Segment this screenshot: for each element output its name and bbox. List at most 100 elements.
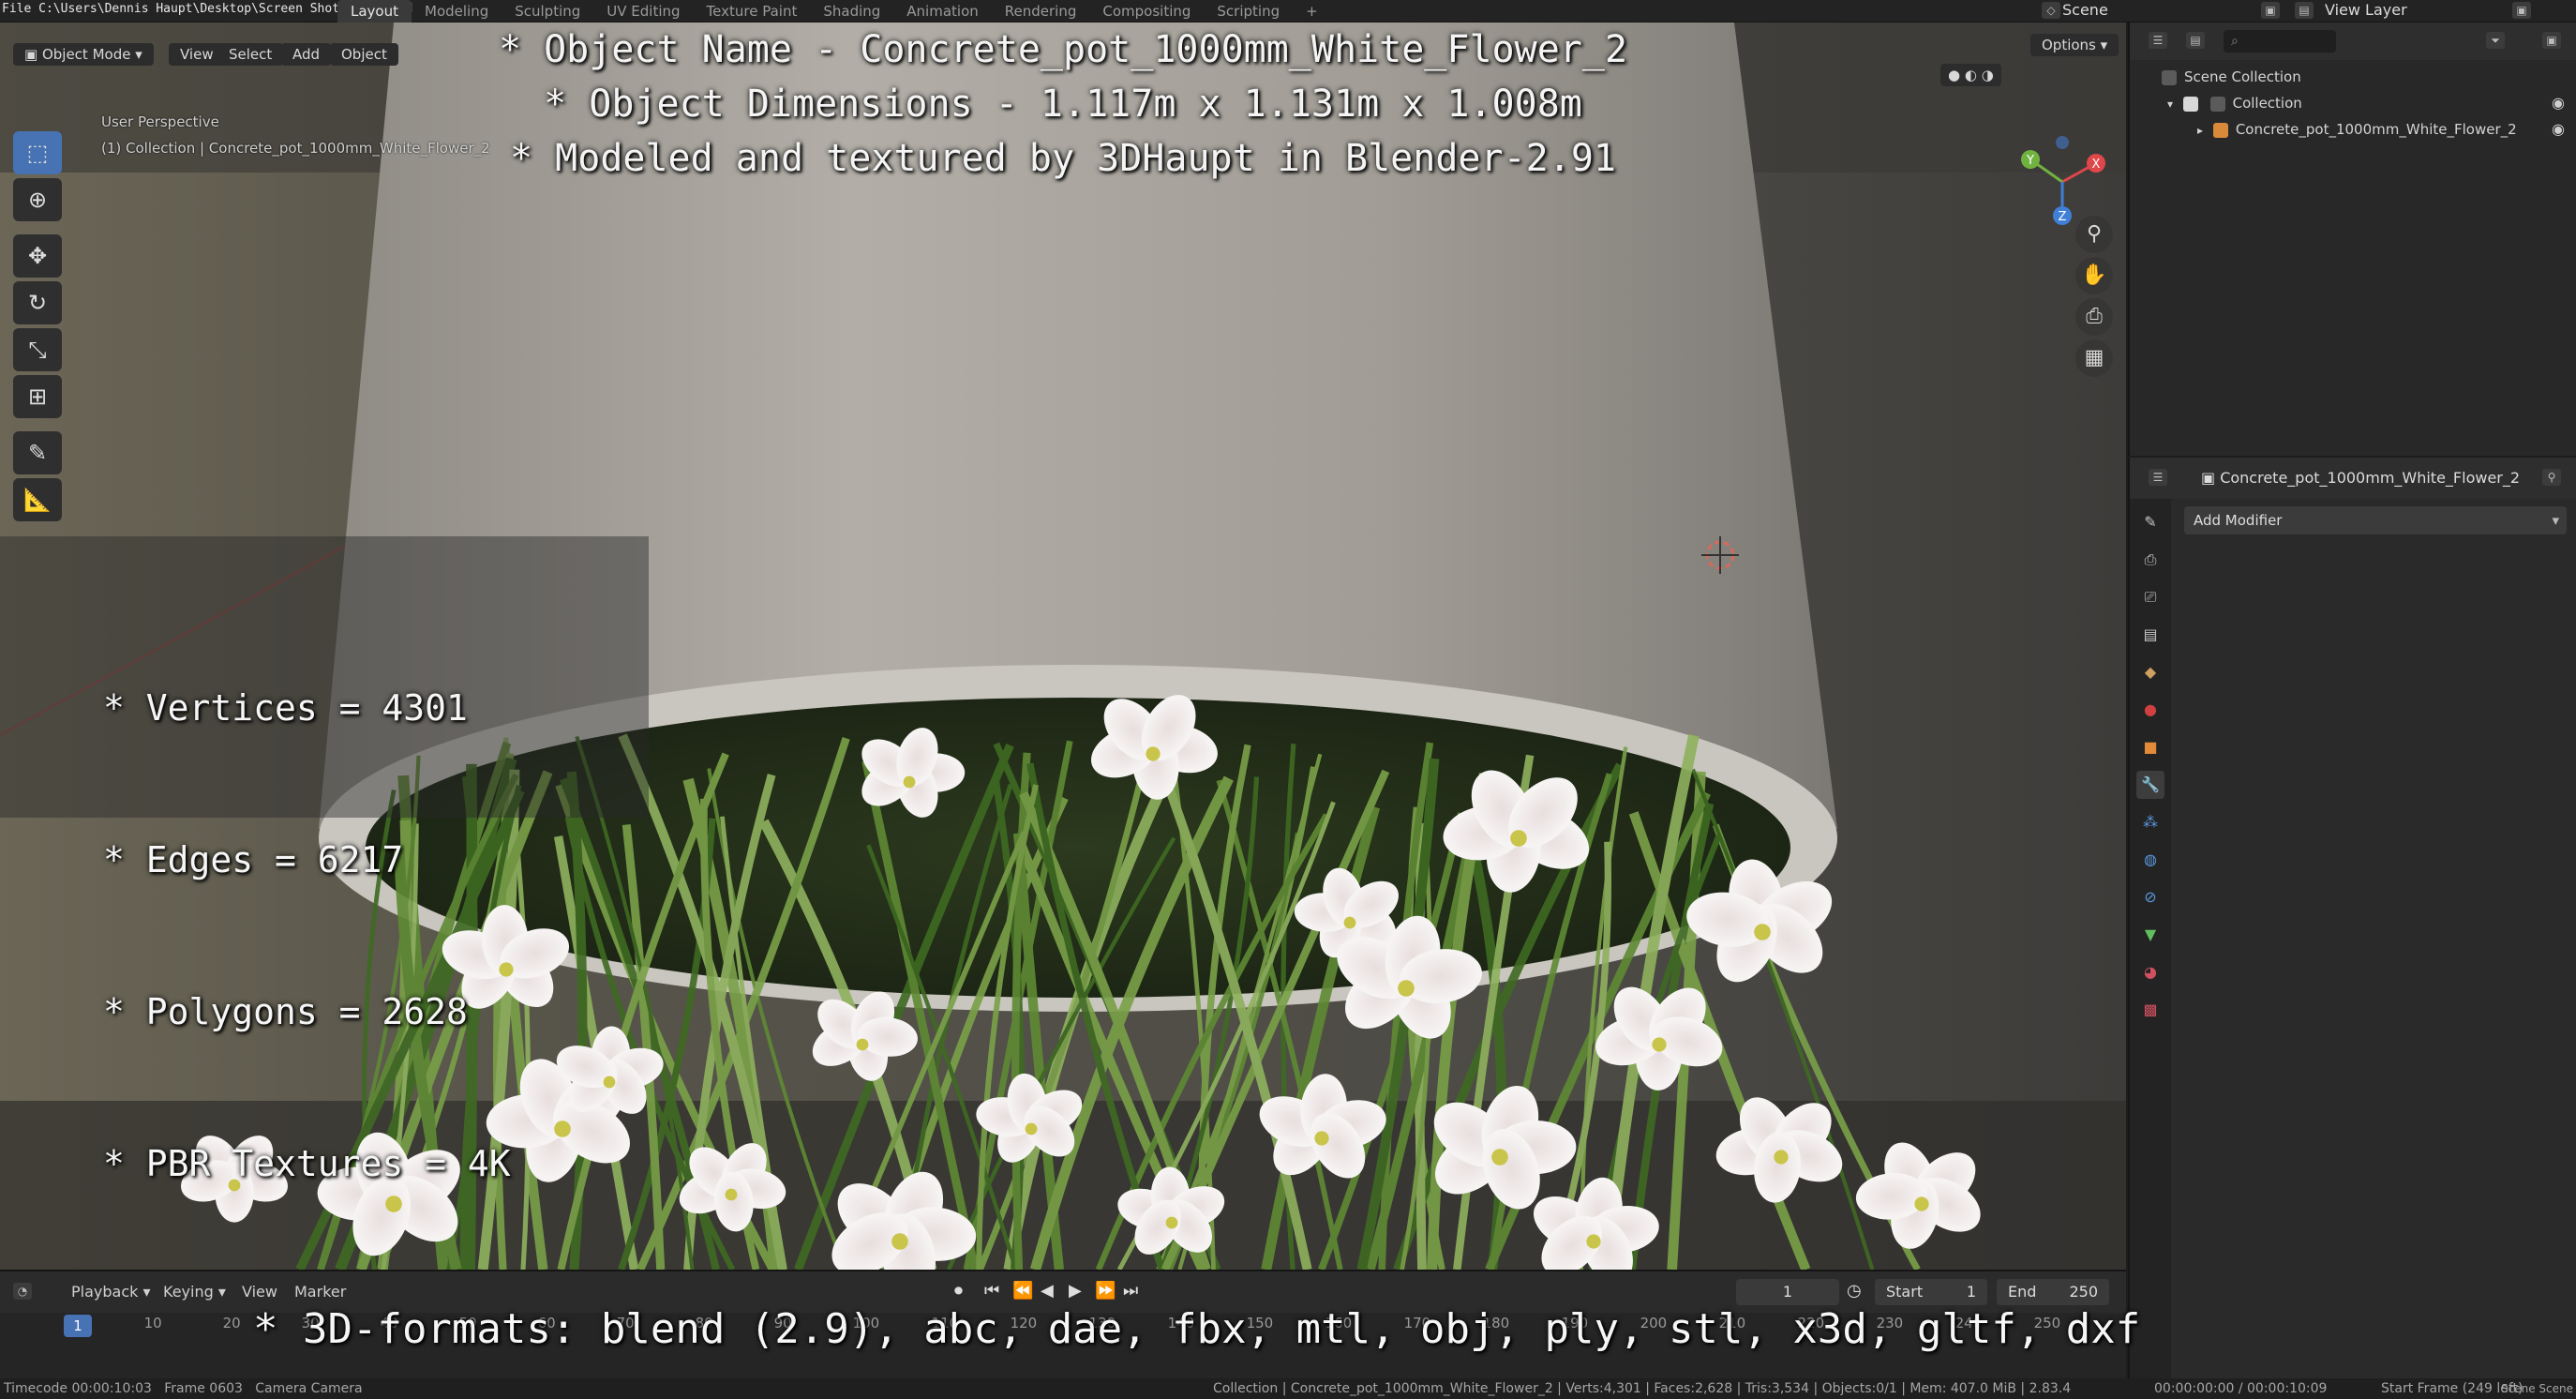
tab-compositing[interactable]: Compositing: [1089, 0, 1204, 23]
view-layer-selector[interactable]: View Layer: [2325, 0, 2407, 21]
measure-icon[interactable]: 📐: [13, 478, 62, 521]
new-view-layer-icon[interactable]: ▣: [2512, 2, 2531, 19]
collection-label: Collection: [2232, 95, 2302, 112]
physics-tab-icon[interactable]: ◍: [2136, 846, 2164, 874]
gizmo-z-label: Z: [2059, 210, 2067, 224]
zoom-icon[interactable]: ⚲: [2075, 216, 2113, 253]
status-time-range: 00:00:00:00 / 00:00:10:09: [2154, 1381, 2328, 1396]
top-bar: File C:\Users\Dennis Haupt\Desktop\Scree…: [0, 0, 2576, 23]
jump-start-icon[interactable]: ⏮: [984, 1281, 999, 1301]
tool-tab-icon[interactable]: ✎: [2136, 508, 2164, 536]
editor-type-icon[interactable]: ☰: [2149, 469, 2167, 486]
tab-animation[interactable]: Animation: [893, 0, 991, 23]
playhead[interactable]: 1: [64, 1315, 92, 1337]
tab-layout[interactable]: Layout: [337, 0, 412, 23]
view-layer-icon[interactable]: ▤: [2295, 2, 2314, 19]
world-tab-icon[interactable]: ●: [2136, 696, 2164, 724]
mesh-object-icon: [2212, 122, 2228, 138]
stats-overlay: * Vertices = 4301 * Edges = 6217 * Polyg…: [103, 581, 511, 1240]
particles-tab-icon[interactable]: ⁂: [2136, 808, 2164, 836]
keying-label: Keying: [163, 1283, 214, 1301]
clock-icon[interactable]: ◷: [1847, 1281, 1862, 1301]
add-workspace-button[interactable]: +: [1293, 0, 1331, 23]
annotate-icon[interactable]: ✎: [13, 431, 62, 474]
filter-icon[interactable]: ⏷: [2486, 32, 2505, 49]
collection-icon: [2209, 96, 2225, 112]
prev-keyframe-icon[interactable]: ⏪: [1012, 1281, 1033, 1301]
tab-modeling[interactable]: Modeling: [412, 0, 502, 23]
end-frame-field[interactable]: End 250: [1997, 1279, 2109, 1305]
status-bar: Timecode 00:00:10:03 Frame 0603 Camera C…: [0, 1378, 2576, 1399]
scale-icon[interactable]: ⤡: [13, 328, 62, 371]
ortho-grid-icon[interactable]: ▦: [2075, 339, 2113, 377]
checkbox-icon[interactable]: [2182, 96, 2198, 112]
stat-polygons: * Polygons = 2628: [103, 991, 468, 1032]
texture-tab-icon[interactable]: ▩: [2136, 996, 2164, 1024]
new-scene-icon[interactable]: ▣: [2261, 2, 2280, 19]
tab-uv-editing[interactable]: UV Editing: [593, 0, 693, 23]
scene-icon[interactable]: ◇: [2042, 2, 2060, 19]
play-reverse-icon[interactable]: ◀: [1041, 1281, 1054, 1301]
modifier-tab-icon[interactable]: 🔧: [2136, 771, 2164, 799]
tab-shading[interactable]: Shading: [810, 0, 893, 23]
jump-end-icon[interactable]: ⏭: [1123, 1281, 1138, 1301]
scene-selector[interactable]: Scene: [2062, 0, 2108, 21]
outliner-object[interactable]: ▸ Concrete_pot_1000mm_White_Flower_2 ◉: [2130, 116, 2576, 143]
eye-icon[interactable]: ◉: [2552, 116, 2565, 143]
expand-chevron-icon[interactable]: ▾: [2167, 98, 2173, 111]
add-modifier-label: Add Modifier: [2194, 512, 2283, 529]
tab-rendering[interactable]: Rendering: [992, 0, 1090, 23]
end-value: 250: [2069, 1283, 2098, 1301]
outliner-search-input[interactable]: ⌕: [2224, 30, 2336, 53]
rotate-icon[interactable]: ↻: [13, 281, 62, 324]
material-tab-icon[interactable]: ◕: [2136, 958, 2164, 986]
menu-timeline-view[interactable]: View: [242, 1281, 277, 1303]
move-icon[interactable]: ✥: [13, 234, 62, 278]
overlay-object-name: * Object Name - Concrete_pot_1000mm_Whit…: [498, 28, 1628, 71]
display-mode-icon[interactable]: ☰: [2149, 32, 2167, 49]
ruler-tick: 20: [222, 1315, 241, 1331]
add-modifier-dropdown[interactable]: Add Modifier ▾: [2184, 506, 2567, 534]
pin-icon[interactable]: ⚲: [2542, 469, 2561, 486]
transform-icon[interactable]: ⊞: [13, 375, 62, 418]
status-scene-stats: Collection | Concrete_pot_1000mm_White_F…: [1213, 1381, 2072, 1396]
output-tab-icon[interactable]: ⎚: [2136, 583, 2164, 611]
object-label: Concrete_pot_1000mm_White_Flower_2: [2235, 121, 2517, 138]
new-collection-icon[interactable]: ▣: [2542, 32, 2561, 49]
pan-hand-icon[interactable]: ✋: [2075, 257, 2113, 294]
properties-header: ☰ ▣ Concrete_pot_1000mm_White_Flower_2 ⚲: [2130, 458, 2576, 499]
record-icon[interactable]: ⏺: [954, 1281, 963, 1301]
camera-view-icon[interactable]: ⎙: [2075, 298, 2113, 336]
tab-texture-paint[interactable]: Texture Paint: [694, 0, 811, 23]
end-label: End: [2008, 1283, 2037, 1301]
collection-icon: [2162, 69, 2177, 85]
menu-playback[interactable]: Playback ▾: [71, 1281, 151, 1303]
outliner-collection[interactable]: ▾ Collection ◉: [2130, 90, 2576, 116]
view-layer-tab-icon[interactable]: ▤: [2136, 621, 2164, 649]
current-frame-field[interactable]: 1: [1736, 1279, 1839, 1305]
properties-editor: ☰ ▣ Concrete_pot_1000mm_White_Flower_2 ⚲…: [2128, 458, 2576, 1399]
play-icon[interactable]: ▶: [1069, 1281, 1082, 1301]
next-keyframe-icon[interactable]: ⏩: [1095, 1281, 1116, 1301]
expand-chevron-icon[interactable]: ▸: [2197, 124, 2203, 137]
eye-icon[interactable]: ◉: [2552, 90, 2565, 116]
outliner-scene-collection[interactable]: Scene Collection: [2130, 64, 2576, 90]
object-tab-icon[interactable]: ■: [2136, 733, 2164, 761]
stat-vertices: * Vertices = 4301: [103, 687, 468, 729]
formats-overlay: * 3D-formats: blend (2.9), abc, dae, fbx…: [253, 1305, 2141, 1353]
data-tab-icon[interactable]: ▼: [2136, 921, 2164, 949]
editor-type-icon[interactable]: ◔: [13, 1283, 32, 1300]
constraints-tab-icon[interactable]: ⊘: [2136, 883, 2164, 911]
scene-tab-icon[interactable]: ◆: [2136, 658, 2164, 686]
tab-sculpting[interactable]: Sculpting: [502, 0, 593, 23]
menu-keying[interactable]: Keying ▾: [163, 1281, 226, 1303]
tab-scripting[interactable]: Scripting: [1204, 0, 1293, 23]
workspace-tabs: Layout Modeling Sculpting UV Editing Texture…: [337, 0, 1331, 23]
menu-marker[interactable]: Marker: [294, 1281, 346, 1303]
start-frame-field[interactable]: Start 1: [1875, 1279, 1987, 1305]
outliner: ☰ ▤ ⌕ ⏷ ▣ Scene Collection ▾ Collection …: [2128, 23, 2576, 456]
tool-shelf: ⬚ ⊕ ✥ ↻ ⤡ ⊞ ✎ 📐: [13, 131, 66, 525]
render-tab-icon[interactable]: ⎙: [2136, 546, 2164, 574]
properties-object-label: Concrete_pot_1000mm_White_Flower_2: [2220, 469, 2521, 487]
view-icon[interactable]: ▤: [2186, 32, 2205, 49]
